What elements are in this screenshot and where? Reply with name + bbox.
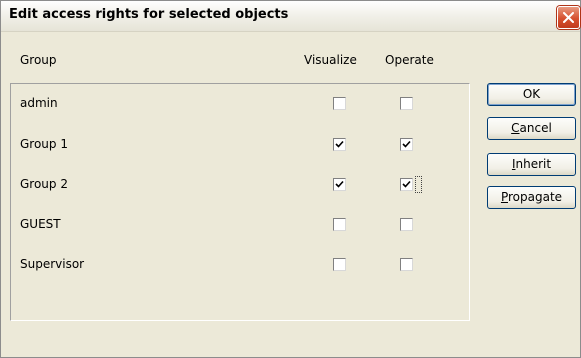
visualize-checkbox-admin[interactable] [333,97,346,110]
dialog-window: Edit access rights for selected objects … [0,0,581,358]
cancel-label: ancel [519,121,552,135]
checkmark-icon [402,140,411,148]
ok-button[interactable]: OK [487,83,576,106]
inherit-button[interactable]: Inherit [487,153,576,176]
group-label-guest: GUEST [20,217,61,231]
operate-checkbox-supervisor[interactable] [400,258,413,271]
close-icon [563,12,574,23]
column-header-group: Group [20,53,57,67]
propagate-mnemonic: P [500,190,508,204]
column-header-operate: Operate [385,53,434,67]
operate-checkbox-group-2[interactable] [400,178,413,191]
group-label-group-1: Group 1 [20,137,68,151]
column-header-visualize: Visualize [304,53,357,67]
visualize-checkbox-group-1[interactable] [333,138,346,151]
operate-checkbox-admin[interactable] [400,97,413,110]
propagate-label: ropagate [507,190,563,204]
group-label-admin: admin [20,96,58,110]
dialog-title: Edit access rights for selected objects [9,7,289,22]
group-label-supervisor: Supervisor [20,257,85,271]
visualize-checkbox-guest[interactable] [333,218,346,231]
title-bar[interactable]: Edit access rights for selected objects [1,1,580,32]
group-label-group-2: Group 2 [20,177,68,191]
focus-indicator [415,176,422,193]
propagate-button[interactable]: Propagate [487,186,576,209]
cancel-mnemonic: C [511,121,520,135]
close-button[interactable] [557,6,580,29]
access-rights-panel [10,83,470,321]
operate-checkbox-group-1[interactable] [400,138,413,151]
operate-checkbox-guest[interactable] [400,218,413,231]
checkmark-icon [402,180,411,188]
checkmark-icon [335,140,344,148]
visualize-checkbox-supervisor[interactable] [333,258,346,271]
inherit-label: nherit [515,157,552,171]
checkmark-icon [335,180,344,188]
cancel-button[interactable]: Cancel [487,117,576,140]
visualize-checkbox-group-2[interactable] [333,178,346,191]
